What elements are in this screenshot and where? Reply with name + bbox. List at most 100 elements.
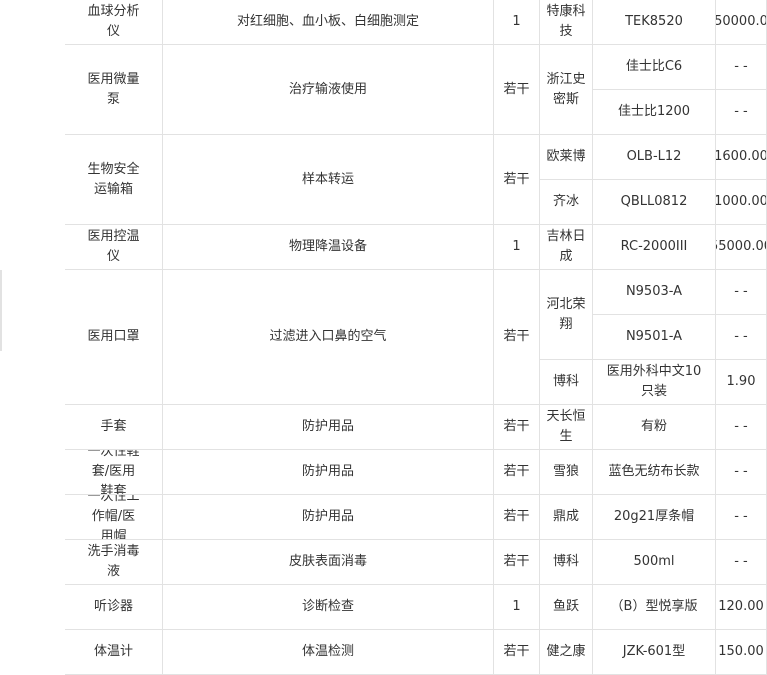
cell-r6-brand: 天长恒生 — [540, 405, 593, 450]
cell-r9-name: 洗手消毒液 — [65, 540, 163, 585]
cell-text: - - — [734, 464, 748, 479]
cell-r10-model: （B）型悦享版 — [593, 585, 716, 630]
cell-r11-use: 体温检测 — [163, 630, 494, 675]
cell-text: 对红细胞、血小板、白细胞测定 — [236, 14, 419, 29]
cell-r8-use: 防护用品 — [163, 495, 494, 540]
cell-text: 有粉 — [640, 419, 667, 434]
cell-r6-model: 有粉 — [593, 405, 716, 450]
cell-r11-name: 体温计 — [65, 630, 163, 675]
cell-text: RC-2000III — [620, 239, 688, 254]
cell-text: 物理降温设备 — [288, 239, 367, 254]
cell-text: 防护用品 — [301, 419, 354, 434]
cell-text: N9501-A — [625, 329, 683, 344]
cell-text: 听诊器 — [93, 599, 133, 614]
cell-text: 一次性工作帽/医用帽 — [87, 495, 140, 540]
cell-text: 若干 — [503, 644, 530, 659]
cell-r2-use: 治疗输液使用 — [163, 45, 494, 135]
cell-text: 防护耗材 — [0, 270, 2, 350]
cell-r3-qty: 若干 — [494, 135, 540, 225]
cell-text: 吉林日成 — [546, 229, 586, 264]
cell-r8-brand: 鼎成 — [540, 495, 593, 540]
cell-text: 防护用品 — [301, 464, 354, 479]
cell-r11-price: 150.00 — [716, 630, 767, 675]
cell-text: 过滤进入口鼻的空气 — [269, 329, 387, 344]
cell-text: 医用外科中文10只装 — [606, 364, 702, 399]
cell-r5-qty: 若干 — [494, 270, 540, 405]
cell-text: 若干 — [503, 329, 530, 344]
cell-r9-price: - - — [716, 540, 767, 585]
cell-text: 洗手消毒液 — [87, 544, 140, 579]
cell-r10-use: 诊断检查 — [163, 585, 494, 630]
cell-text: 博科 — [552, 554, 579, 569]
cell-text: 齐冰 — [552, 194, 579, 209]
cell-text: - - — [734, 104, 748, 119]
cell-r1-use: 对红细胞、血小板、白细胞测定 — [163, 0, 494, 45]
cell-r4-brand: 吉林日成 — [540, 225, 593, 270]
cell-r5b-model: N9501-A — [593, 315, 716, 360]
cell-r5a-price: - - — [716, 270, 767, 315]
cell-text: OLB-L12 — [626, 149, 682, 164]
cell-text: 防护用品 — [301, 509, 354, 524]
cell-r5b-price: - - — [716, 315, 767, 360]
cell-text: 佳士比1200 — [617, 104, 691, 119]
cell-r7-price: - - — [716, 450, 767, 495]
cell-r8-name: 一次性工作帽/医用帽 — [65, 495, 163, 540]
cell-cat-protective: 防护耗材 — [0, 270, 2, 351]
cell-text: - - — [734, 329, 748, 344]
cell-text: 1.90 — [726, 374, 756, 389]
cell-r9-qty: 若干 — [494, 540, 540, 585]
cell-r3b-model: QBLL0812 — [593, 180, 716, 225]
cell-r10-name: 听诊器 — [65, 585, 163, 630]
cell-text: 特康科技 — [546, 4, 586, 39]
cell-text: QBLL0812 — [620, 194, 688, 209]
cell-r5-name: 医用口罩 — [65, 270, 163, 405]
cell-r5-use: 过滤进入口鼻的空气 — [163, 270, 494, 405]
cell-text: JZK-601型 — [622, 644, 686, 659]
cell-text: 500ml — [633, 554, 675, 569]
cell-r10-price: 120.00 — [716, 585, 767, 630]
cell-text: 浙江史密斯 — [546, 71, 586, 107]
cell-r9-model: 500ml — [593, 540, 716, 585]
cell-r2a-price: - - — [716, 45, 767, 90]
cell-text: 若干 — [503, 509, 530, 524]
cell-text: 医用微量泵 — [87, 71, 140, 107]
cell-r1-name: 血球分析仪 — [65, 0, 163, 45]
cell-text: 佳士比C6 — [625, 59, 683, 74]
cell-text: - - — [734, 419, 748, 434]
cell-text: 1 — [512, 14, 521, 29]
cell-r6-price: - - — [716, 405, 767, 450]
cell-text: 1 — [512, 599, 521, 614]
cell-r2-brand: 浙江史密斯 — [540, 45, 593, 135]
cell-r3-use: 样本转运 — [163, 135, 494, 225]
cell-r4-name: 医用控温仪 — [65, 225, 163, 270]
cell-text: 雪狼 — [552, 464, 579, 479]
cell-text: 诊断检查 — [301, 599, 354, 614]
cell-r3a-brand: 欧莱博 — [540, 135, 593, 180]
cell-r4-qty: 1 — [494, 225, 540, 270]
cell-text: 欧莱博 — [546, 149, 586, 164]
cell-r7-model: 蓝色无纺布长款 — [593, 450, 716, 495]
cell-text: 皮肤表面消毒 — [288, 554, 367, 569]
cell-r7-name: 一次性鞋套/医用鞋套 — [65, 450, 163, 495]
cell-text: 医用口罩 — [87, 329, 140, 344]
cell-r11-brand: 健之康 — [540, 630, 593, 675]
cell-text: 河北荣翔 — [546, 296, 586, 332]
cell-text: TEK8520 — [625, 14, 683, 29]
cell-r2b-model: 佳士比1200 — [593, 90, 716, 135]
cell-r3b-price: 1000.00 — [716, 180, 767, 225]
cell-text: 1 — [512, 239, 521, 254]
cell-r8-price: - - — [716, 495, 767, 540]
cell-r8-model: 20g21厚条帽 — [593, 495, 716, 540]
cell-text: （B）型悦享版 — [610, 599, 698, 614]
cell-text: 若干 — [503, 81, 530, 97]
cell-r5a-brand: 河北荣翔 — [540, 270, 593, 360]
cell-r8-qty: 若干 — [494, 495, 540, 540]
cell-text: - - — [734, 554, 748, 569]
cell-r5a-model: N9503-A — [593, 270, 716, 315]
cell-r2-qty: 若干 — [494, 45, 540, 135]
cell-text: 120.00 — [718, 599, 764, 614]
cell-r10-qty: 1 — [494, 585, 540, 630]
cell-text: 血球分析仪 — [87, 4, 140, 39]
cell-text: 蓝色无纺布长款 — [608, 464, 700, 479]
cell-text: 治疗输液使用 — [288, 81, 367, 97]
